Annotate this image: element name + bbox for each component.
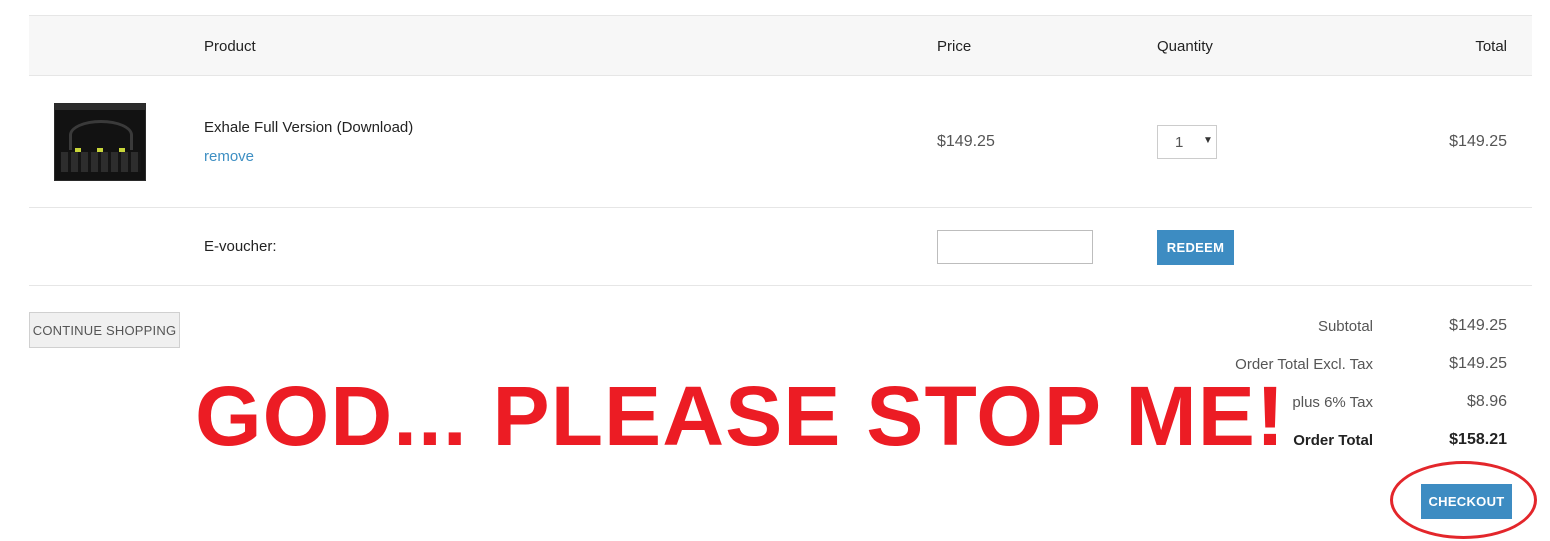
cart-item-row: Exhale Full Version (Download) remove $1…: [29, 76, 1532, 208]
voucher-input[interactable]: [937, 230, 1093, 264]
redeem-button[interactable]: REDEEM: [1157, 230, 1234, 265]
overlay-caption: GOD... PLEASE STOP ME!: [195, 369, 1286, 463]
header-price: Price: [937, 38, 972, 55]
header-product: Product: [204, 38, 256, 55]
cart-table-header: Product Price Quantity Total: [29, 15, 1532, 76]
header-total: Total: [1475, 38, 1507, 55]
tax-label: plus 6% Tax: [1292, 394, 1373, 411]
remove-link[interactable]: remove: [204, 148, 254, 165]
product-thumbnail[interactable]: [54, 103, 146, 181]
checkout-highlight-circle: [1390, 461, 1537, 539]
quantity-select[interactable]: 1 ▼: [1157, 125, 1217, 159]
excl-tax-value: $149.25: [1449, 355, 1507, 372]
order-total-label: Order Total: [1293, 432, 1373, 449]
subtotal-label: Subtotal: [1317, 318, 1373, 335]
quantity-value: 1: [1175, 134, 1184, 151]
order-total-value: $158.21: [1449, 431, 1507, 448]
cart-page: Product Price Quantity Total Exhale Full…: [0, 0, 1550, 541]
product-name[interactable]: Exhale Full Version (Download): [204, 119, 413, 136]
continue-shopping-button[interactable]: CONTINUE SHOPPING: [29, 312, 180, 348]
voucher-row: E-voucher: REDEEM: [29, 208, 1532, 286]
subtotal-value: $149.25: [1449, 317, 1507, 334]
dropdown-arrow-icon: ▼: [1203, 135, 1213, 146]
tax-value: $8.96: [1466, 393, 1507, 410]
voucher-label: E-voucher:: [204, 238, 277, 255]
item-price: $149.25: [937, 133, 995, 150]
header-quantity: Quantity: [1157, 38, 1213, 55]
item-total: $149.25: [1449, 133, 1507, 150]
